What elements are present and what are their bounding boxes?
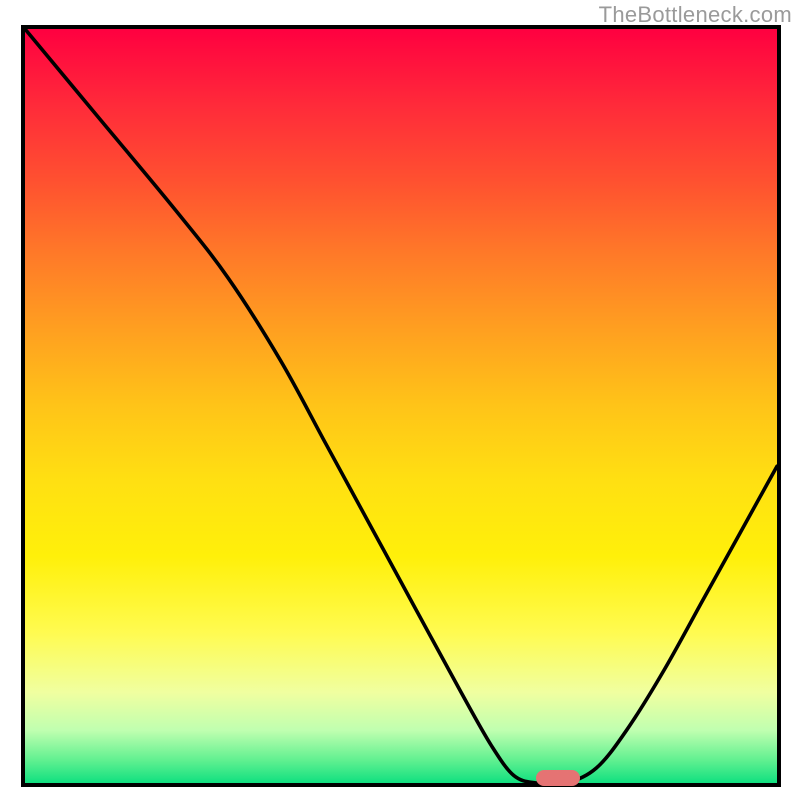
- chart-stage: TheBottleneck.com: [0, 0, 800, 800]
- watermark-text: TheBottleneck.com: [599, 2, 792, 28]
- bottleneck-curve: [0, 0, 800, 800]
- optimal-marker: [536, 770, 580, 786]
